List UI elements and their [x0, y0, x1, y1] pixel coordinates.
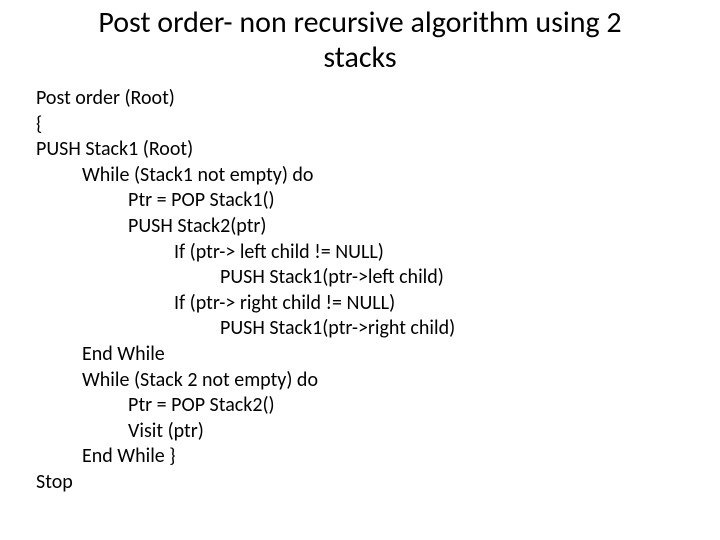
code-line: PUSH Stack1(ptr->left child) — [36, 265, 686, 291]
code-line: { — [36, 112, 686, 138]
code-line: While (Stack1 not empty) do — [36, 163, 686, 189]
code-line: Post order (Root) — [36, 86, 686, 112]
code-line: Ptr = POP Stack1() — [36, 188, 686, 214]
code-line: If (ptr-> right child != NULL) — [36, 291, 686, 317]
code-line: PUSH Stack1 (Root) — [36, 137, 686, 163]
code-line: Visit (ptr) — [36, 419, 686, 445]
slide: Post order- non recursive algorithm usin… — [0, 0, 720, 540]
algorithm-body: Post order (Root) { PUSH Stack1 (Root) W… — [36, 86, 686, 496]
code-line: Ptr = POP Stack2() — [36, 393, 686, 419]
code-line: If (ptr-> left child != NULL) — [36, 240, 686, 266]
slide-title: Post order- non recursive algorithm usin… — [0, 6, 720, 75]
code-line: While (Stack 2 not empty) do — [36, 368, 686, 394]
code-line: End While } — [36, 444, 686, 470]
code-line: End While — [36, 342, 686, 368]
code-line: PUSH Stack2(ptr) — [36, 214, 686, 240]
code-line: PUSH Stack1(ptr->right child) — [36, 316, 686, 342]
code-line: Stop — [36, 470, 686, 496]
